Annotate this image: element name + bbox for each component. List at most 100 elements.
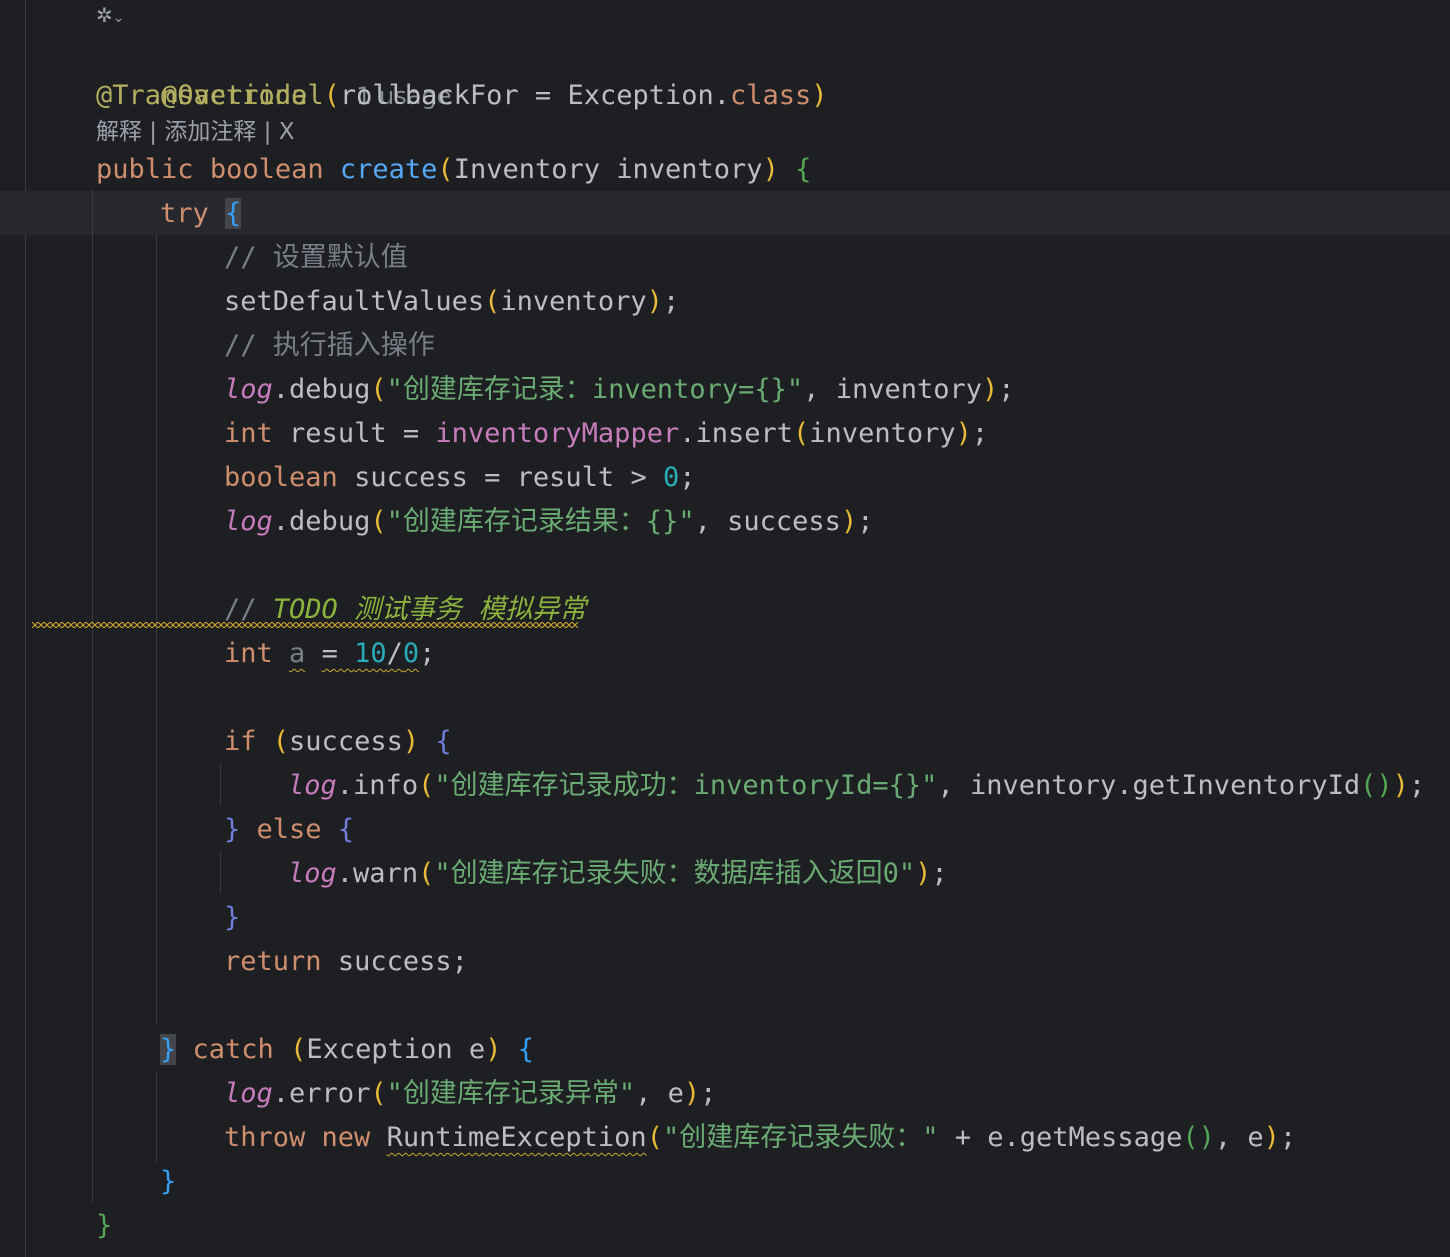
code-token: return <box>224 946 322 977</box>
code-token: log <box>224 506 273 537</box>
code-comment: // 设置默认值 <box>224 242 408 273</box>
code-token: error <box>289 1078 371 1109</box>
code-token: result <box>289 418 387 449</box>
code-line[interactable]: log.debug("创建库存记录：inventory={}", invento… <box>224 368 1015 412</box>
ai-assistant-icon[interactable]: ✲ <box>96 3 113 27</box>
code-token: else <box>256 814 322 845</box>
code-line[interactable]: if (success) { <box>224 720 452 764</box>
code-comment: // <box>224 594 257 625</box>
close-lens-action[interactable]: X <box>279 119 295 145</box>
lens-separator: | <box>142 119 165 145</box>
indent-guide <box>220 852 221 894</box>
code-token: e <box>468 1034 486 1065</box>
chevron-down-icon[interactable]: ⌄ <box>113 10 125 26</box>
code-string: "创建库存记录失败：数据库插入返回0" <box>434 858 916 889</box>
explain-action[interactable]: 解释 <box>96 119 142 145</box>
code-line[interactable]: public boolean create(Inventory inventor… <box>96 148 811 192</box>
code-token: public <box>96 154 194 185</box>
code-line[interactable]: log.error("创建库存记录异常", e); <box>224 1072 716 1116</box>
code-line[interactable]: } <box>96 1204 112 1248</box>
code-token: @Transactional <box>96 80 324 111</box>
code-line[interactable]: int result = inventoryMapper.insert(inve… <box>224 412 988 456</box>
code-token: success <box>289 726 403 757</box>
code-line[interactable]: } catch (Exception e) { <box>160 1028 534 1072</box>
code-token: Exception <box>567 80 714 111</box>
code-token: info <box>353 770 419 801</box>
code-token: class <box>730 80 812 111</box>
code-token: throw <box>224 1122 306 1153</box>
code-token: inventory <box>809 418 956 449</box>
todo-comment: TODO 测试事务 模拟异常 <box>272 594 587 625</box>
code-token: success <box>337 946 452 977</box>
code-line[interactable]: log.debug("创建库存记录结果：{}", success); <box>224 500 873 544</box>
code-token: success <box>354 462 468 493</box>
code-number: 0 <box>402 638 420 669</box>
code-token: Inventory <box>453 154 600 185</box>
lens-separator: | <box>256 119 279 145</box>
add-comment-action[interactable]: 添加注释 <box>164 119 256 145</box>
code-token: inventory <box>500 286 647 317</box>
code-token: new <box>321 1122 371 1153</box>
code-line[interactable]: log.warn("创建库存记录失败：数据库插入返回0"); <box>288 852 948 896</box>
code-token: if <box>224 726 257 757</box>
code-token: inventory <box>616 154 763 185</box>
code-token: success <box>727 506 841 537</box>
ai-assistant-widget[interactable]: ✲⌄ <box>96 0 146 30</box>
code-string: "创建库存记录失败：" <box>662 1122 939 1153</box>
code-line[interactable]: log.info("创建库存记录成功：inventoryId={}", inve… <box>288 764 1425 808</box>
code-token: inventory <box>835 374 982 405</box>
code-string: "创建库存记录：inventory={}" <box>386 374 804 405</box>
indent-guide <box>92 190 93 1202</box>
code-string: "创建库存记录结果：{}" <box>386 506 695 537</box>
code-token: e <box>1247 1122 1264 1153</box>
code-token: inventory <box>969 770 1117 801</box>
code-line[interactable]: boolean success = result > 0; <box>224 456 696 500</box>
code-token: boolean <box>209 154 324 185</box>
indent-guide <box>156 234 157 1024</box>
indent-guide <box>220 764 221 806</box>
code-string: "创建库存记录成功：inventoryId={}" <box>434 770 938 801</box>
code-token: int <box>224 638 273 669</box>
code-token: getMessage <box>1019 1122 1183 1153</box>
code-token: getInventoryId <box>1132 770 1361 801</box>
code-token: catch <box>192 1034 274 1065</box>
code-line[interactable]: // TODO 测试事务 模拟异常 <box>224 588 586 632</box>
indent-guide <box>156 1072 157 1162</box>
code-line[interactable]: } <box>224 896 240 940</box>
unused-variable: a <box>289 638 306 669</box>
code-token: e <box>667 1078 684 1109</box>
code-token: log <box>288 858 337 889</box>
code-line[interactable]: setDefaultValues(inventory); <box>224 280 679 324</box>
code-comment: // 执行插入操作 <box>224 330 435 361</box>
code-token: create <box>339 154 438 185</box>
code-line[interactable]: // 执行插入操作 <box>224 324 435 368</box>
code-token: debug <box>289 506 371 537</box>
code-token: log <box>224 1078 273 1109</box>
code-line[interactable]: try { <box>160 192 242 236</box>
code-token: warn <box>353 858 419 889</box>
code-token: inventoryMapper <box>435 418 680 449</box>
code-token: RuntimeException <box>386 1122 647 1153</box>
code-token: log <box>288 770 337 801</box>
code-string: "创建库存记录异常" <box>386 1078 636 1109</box>
code-line[interactable]: @Override 1 usage <box>96 30 451 111</box>
gutter-divider <box>25 0 26 1257</box>
code-line[interactable]: // 设置默认值 <box>224 236 408 280</box>
code-number: 10 <box>354 638 387 669</box>
code-line[interactable]: } else { <box>224 808 354 852</box>
code-token: rollbackFor <box>339 80 519 111</box>
code-line[interactable]: return success; <box>224 940 468 984</box>
code-line[interactable]: throw new RuntimeException("创建库存记录失败：" +… <box>224 1116 1296 1160</box>
code-line[interactable]: int a = 10/0; <box>224 632 435 676</box>
code-token: setDefaultValues <box>224 286 485 317</box>
code-token: Exception <box>306 1034 453 1065</box>
code-editor[interactable]: ✲⌄ @Override 1 usage @Transactional(roll… <box>0 0 1450 1257</box>
code-line[interactable]: } <box>160 1160 176 1204</box>
code-token: e <box>987 1122 1004 1153</box>
code-token: int <box>224 418 273 449</box>
code-token: result <box>516 462 615 493</box>
code-token: boolean <box>224 462 338 493</box>
code-token: try <box>160 198 209 229</box>
code-token: insert <box>695 418 794 449</box>
code-token: debug <box>289 374 371 405</box>
